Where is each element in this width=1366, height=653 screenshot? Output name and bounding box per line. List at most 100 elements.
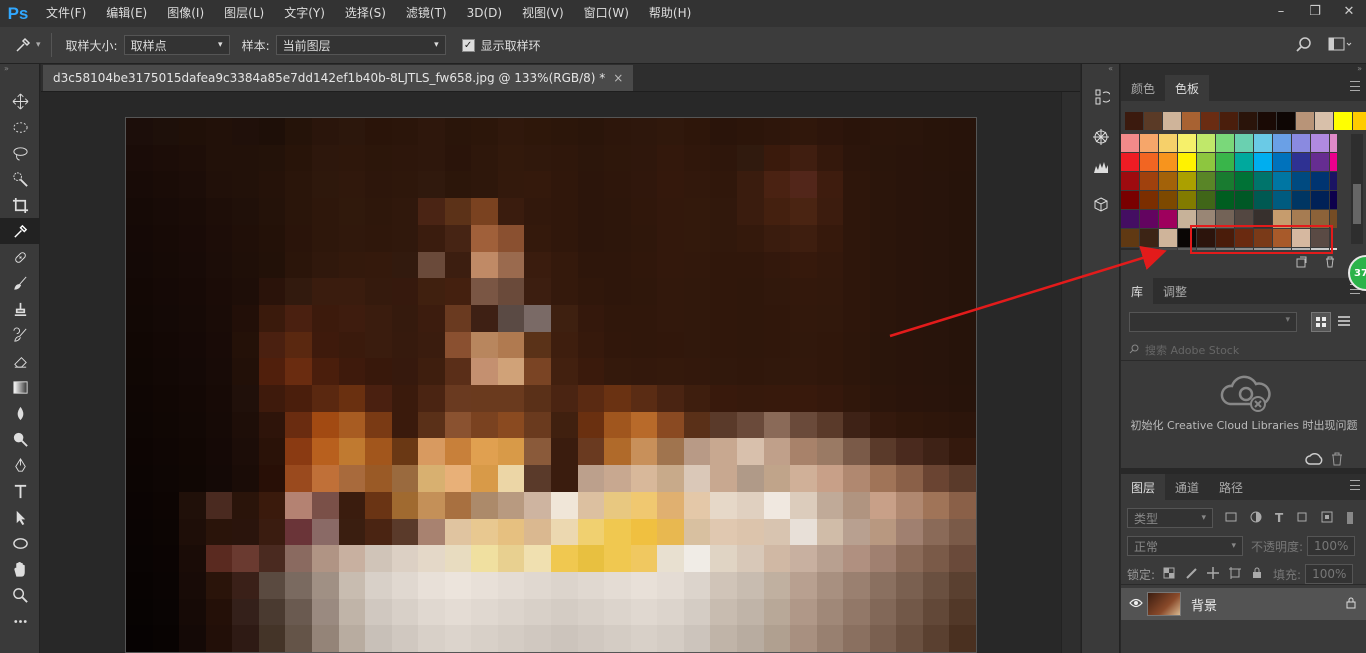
panel-menu-icon[interactable] — [1350, 81, 1360, 91]
color-swatch[interactable] — [1178, 153, 1196, 171]
recent-swatch[interactable] — [1201, 112, 1219, 130]
color-swatch[interactable] — [1311, 191, 1329, 209]
restore-button[interactable]: ❐ — [1298, 0, 1332, 27]
move-tool-icon[interactable] — [0, 88, 40, 114]
menu-item[interactable]: 图像(I) — [157, 0, 214, 27]
recent-swatch[interactable] — [1296, 112, 1314, 130]
color-swatch[interactable] — [1121, 229, 1139, 247]
lock-all-icon[interactable] — [1251, 567, 1263, 582]
navigator-icon[interactable] — [1082, 122, 1120, 152]
color-swatch[interactable] — [1159, 191, 1177, 209]
collapse-icon[interactable]: » — [1121, 64, 1366, 75]
menu-item[interactable]: 编辑(E) — [96, 0, 157, 27]
type-tool-icon[interactable] — [0, 478, 40, 504]
sample-size-select[interactable]: 取样点 ▾ — [123, 35, 230, 55]
color-swatch[interactable] — [1159, 229, 1177, 247]
color-swatch[interactable] — [1159, 248, 1177, 250]
recent-swatch[interactable] — [1239, 112, 1257, 130]
crop-tool-icon[interactable] — [0, 192, 40, 218]
color-swatch[interactable] — [1140, 172, 1158, 190]
stamp-tool-icon[interactable] — [0, 296, 40, 322]
history-brush-tool-icon[interactable] — [0, 322, 40, 348]
color-swatch[interactable] — [1292, 153, 1310, 171]
tab-library[interactable]: 库 — [1121, 278, 1154, 304]
color-swatch[interactable] — [1140, 153, 1158, 171]
more-tools-icon[interactable] — [0, 608, 40, 634]
color-swatch[interactable] — [1216, 191, 1234, 209]
menu-item[interactable]: 选择(S) — [335, 0, 396, 27]
shape-filter-icon[interactable] — [1296, 511, 1308, 526]
color-swatch[interactable] — [1121, 134, 1139, 152]
color-swatch[interactable] — [1178, 134, 1196, 152]
lock-position-icon[interactable] — [1207, 566, 1220, 582]
layer-row-background[interactable]: 背景 — [1121, 588, 1366, 620]
show-ring-checkbox[interactable]: ✓ — [461, 38, 475, 52]
color-swatch[interactable] — [1311, 153, 1329, 171]
new-swatch-icon[interactable] — [1295, 256, 1307, 271]
trash-icon[interactable] — [1331, 452, 1343, 469]
list-view-icon[interactable] — [1335, 312, 1355, 332]
color-swatch[interactable] — [1311, 134, 1329, 152]
menu-item[interactable]: 窗口(W) — [574, 0, 639, 27]
menu-item[interactable]: 图层(L) — [214, 0, 274, 27]
color-swatch[interactable] — [1254, 191, 1272, 209]
color-swatch[interactable] — [1235, 172, 1253, 190]
menu-item[interactable]: 帮助(H) — [639, 0, 701, 27]
close-button[interactable]: ✕ — [1332, 0, 1366, 27]
tab-adjustments[interactable]: 调整 — [1153, 278, 1197, 304]
color-swatch[interactable] — [1197, 172, 1215, 190]
lock-pixels-icon[interactable] — [1185, 567, 1197, 582]
smart-object-filter-icon[interactable] — [1321, 511, 1333, 526]
recent-swatch[interactable] — [1220, 112, 1238, 130]
quick-select-tool-icon[interactable] — [0, 166, 40, 192]
history-icon[interactable] — [1082, 82, 1120, 112]
color-swatch[interactable] — [1216, 153, 1234, 171]
color-swatch[interactable] — [1330, 172, 1337, 190]
color-swatch[interactable] — [1216, 172, 1234, 190]
color-swatch[interactable] — [1121, 172, 1139, 190]
color-swatch[interactable] — [1292, 191, 1310, 209]
zoom-tool-icon[interactable] — [0, 582, 40, 608]
creative-cloud-icon[interactable] — [1305, 452, 1323, 469]
tab-color[interactable]: 颜色 — [1121, 75, 1165, 101]
canvas-viewport[interactable] — [41, 92, 1061, 653]
color-swatch[interactable] — [1197, 153, 1215, 171]
color-swatch[interactable] — [1235, 153, 1253, 171]
color-swatch[interactable] — [1235, 191, 1253, 209]
collapse-icon[interactable]: » — [0, 64, 39, 74]
recent-swatch[interactable] — [1315, 112, 1333, 130]
eyedropper-preset-icon[interactable]: ▾ — [14, 36, 41, 54]
search-icon[interactable] — [1296, 36, 1312, 55]
gradient-tool-icon[interactable] — [0, 374, 40, 400]
color-swatch[interactable] — [1254, 172, 1272, 190]
lock-artboard-icon[interactable] — [1229, 566, 1242, 582]
color-swatch[interactable] — [1178, 172, 1196, 190]
color-swatch[interactable] — [1159, 172, 1177, 190]
color-swatch[interactable] — [1121, 153, 1139, 171]
brush-tool-icon[interactable] — [0, 270, 40, 296]
path-select-tool-icon[interactable] — [0, 504, 40, 530]
lock-transparent-icon[interactable] — [1163, 567, 1175, 582]
color-swatch[interactable] — [1197, 191, 1215, 209]
collapse-icon[interactable]: « — [1082, 64, 1119, 74]
marquee-tool-icon[interactable] — [0, 114, 40, 140]
healing-brush-tool-icon[interactable] — [0, 244, 40, 270]
minimize-button[interactable]: – — [1264, 0, 1298, 27]
eye-icon[interactable] — [1129, 597, 1143, 611]
menu-item[interactable]: 滤镜(T) — [396, 0, 457, 27]
library-search[interactable]: 搜索 Adobe Stock — [1129, 342, 1359, 358]
grid-view-icon[interactable] — [1311, 312, 1331, 332]
color-swatch[interactable] — [1273, 134, 1291, 152]
color-swatch[interactable] — [1254, 153, 1272, 171]
color-swatch[interactable] — [1140, 210, 1158, 228]
color-swatch[interactable] — [1178, 191, 1196, 209]
color-swatch[interactable] — [1311, 172, 1329, 190]
color-swatch[interactable] — [1273, 191, 1291, 209]
fill-input[interactable]: 100% — [1305, 564, 1354, 584]
menu-item[interactable]: 文字(Y) — [274, 0, 335, 27]
hand-tool-icon[interactable] — [0, 556, 40, 582]
eraser-tool-icon[interactable] — [0, 348, 40, 374]
color-swatch[interactable] — [1254, 134, 1272, 152]
menu-item[interactable]: 文件(F) — [36, 0, 96, 27]
document-tab[interactable]: d3c58104be3175015dafea9c3384a85e7dd142ef… — [43, 65, 634, 91]
